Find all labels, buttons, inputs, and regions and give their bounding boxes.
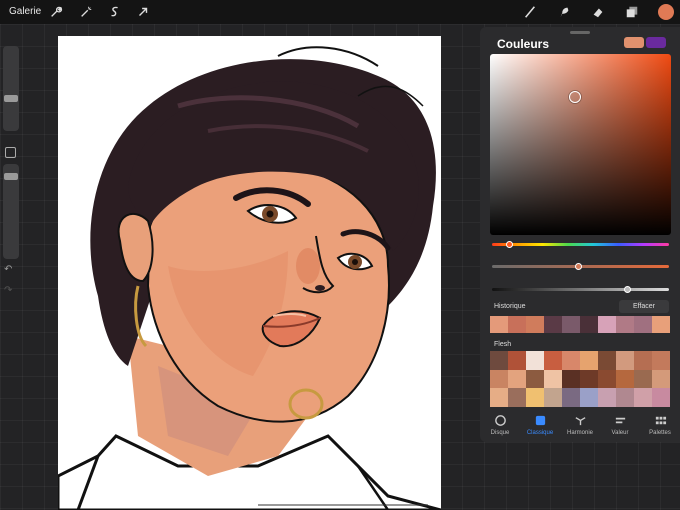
classic-square-icon <box>535 415 545 426</box>
palette-swatch[interactable] <box>634 351 652 370</box>
history-swatch[interactable] <box>562 316 580 333</box>
panel-title: Couleurs <box>497 37 550 51</box>
palette-swatch[interactable] <box>508 388 526 407</box>
palette-swatch[interactable] <box>580 388 598 407</box>
disc-icon <box>494 415 506 426</box>
tab-palettes[interactable]: Palettes <box>641 410 679 440</box>
current-color-button[interactable] <box>658 4 674 20</box>
history-swatch[interactable] <box>490 316 508 333</box>
palette-swatch[interactable] <box>544 388 562 407</box>
history-label: Historique <box>494 303 526 310</box>
palette-swatch[interactable] <box>598 351 616 370</box>
brush-size-slider[interactable] <box>3 46 19 131</box>
color-mode-tabs: Disque Classique Harmonie Valeur Palette… <box>480 410 680 440</box>
palette-swatch[interactable] <box>598 388 616 407</box>
brightness-slider[interactable] <box>492 288 669 291</box>
palette-swatch[interactable] <box>490 369 508 389</box>
tab-label: Palettes <box>649 430 671 436</box>
selection-s-icon[interactable] <box>106 3 124 21</box>
palette-swatch[interactable] <box>562 388 580 407</box>
palette-swatch[interactable] <box>562 351 580 370</box>
palette-swatch[interactable] <box>508 351 526 370</box>
history-swatch[interactable] <box>526 316 544 333</box>
palette-swatch[interactable] <box>634 388 652 407</box>
palette-swatch[interactable] <box>616 351 634 370</box>
history-swatch[interactable] <box>598 316 616 333</box>
tab-label: Disque <box>490 430 510 436</box>
left-sidebar: ↶ ↷ <box>0 40 22 310</box>
palettes-grid-icon <box>655 416 666 425</box>
top-toolbar: Galerie <box>0 0 680 24</box>
panel-grab-handle[interactable] <box>570 31 590 34</box>
primary-color-swatch[interactable] <box>624 37 644 48</box>
drawing-canvas[interactable] <box>58 36 441 510</box>
color-square[interactable] <box>490 54 671 235</box>
history-swatch[interactable] <box>634 316 652 333</box>
palette-swatch[interactable] <box>652 351 670 370</box>
hue-slider[interactable] <box>492 243 669 246</box>
palette-swatch[interactable] <box>652 369 670 389</box>
palette-name: Flesh <box>494 341 512 348</box>
palette-swatches <box>490 351 670 407</box>
palette-swatch[interactable] <box>598 369 616 389</box>
palette-swatch[interactable] <box>526 351 544 370</box>
palette-swatch[interactable] <box>544 369 562 389</box>
harmony-icon <box>574 417 586 426</box>
value-sliders-icon <box>615 417 625 424</box>
wrench-icon[interactable] <box>47 3 65 21</box>
magic-wand-icon[interactable] <box>77 3 95 21</box>
palette-swatch[interactable] <box>616 388 634 407</box>
palette-swatch[interactable] <box>562 369 580 389</box>
color-square-cursor[interactable] <box>569 91 581 103</box>
tab-label: Harmonie <box>566 430 593 436</box>
secondary-color-swatch[interactable] <box>646 37 666 48</box>
palette-swatch[interactable] <box>652 388 670 407</box>
brush-size-thumb[interactable] <box>4 95 18 102</box>
palette-swatch[interactable] <box>544 351 562 370</box>
palette-swatch[interactable] <box>580 351 598 370</box>
tab-label: Classique <box>526 430 554 436</box>
palette-swatch[interactable] <box>508 369 526 389</box>
brush-icon[interactable] <box>521 3 539 21</box>
redo-icon[interactable]: ↷ <box>4 285 12 296</box>
palette-swatch[interactable] <box>490 351 508 370</box>
opacity-thumb[interactable] <box>4 173 18 180</box>
palette-swatch[interactable] <box>490 388 508 407</box>
undo-icon[interactable]: ↶ <box>4 264 12 275</box>
palette-swatch[interactable] <box>526 388 544 407</box>
history-swatch[interactable] <box>544 316 562 333</box>
history-swatch[interactable] <box>652 316 670 333</box>
history-swatch[interactable] <box>616 316 634 333</box>
tab-label: Valeur <box>611 430 629 436</box>
brightness-knob[interactable] <box>624 286 631 293</box>
transform-arrow-icon[interactable] <box>134 3 152 21</box>
tab-disc[interactable]: Disque <box>481 410 519 440</box>
smudge-icon[interactable] <box>555 3 573 21</box>
history-swatch[interactable] <box>508 316 526 333</box>
tab-harmony[interactable]: Harmonie <box>561 410 599 440</box>
portrait-illustration <box>58 46 441 510</box>
color-panel: Couleurs Historique Effacer Flesh Disque… <box>480 27 680 442</box>
tab-classic[interactable]: Classique <box>521 410 559 440</box>
history-swatches <box>490 316 670 333</box>
palette-swatch[interactable] <box>634 369 652 389</box>
clear-history-button[interactable]: Effacer <box>619 300 669 313</box>
eraser-icon[interactable] <box>589 3 607 21</box>
layers-icon[interactable] <box>623 3 641 21</box>
saturation-knob[interactable] <box>575 263 582 270</box>
modify-button[interactable] <box>5 147 16 158</box>
gallery-button[interactable]: Galerie <box>9 6 41 17</box>
palette-swatch[interactable] <box>616 369 634 389</box>
history-swatch[interactable] <box>580 316 598 333</box>
palette-swatch[interactable] <box>580 369 598 389</box>
tab-value[interactable]: Valeur <box>601 410 639 440</box>
palette-swatch[interactable] <box>526 369 544 389</box>
hue-knob[interactable] <box>506 241 513 248</box>
